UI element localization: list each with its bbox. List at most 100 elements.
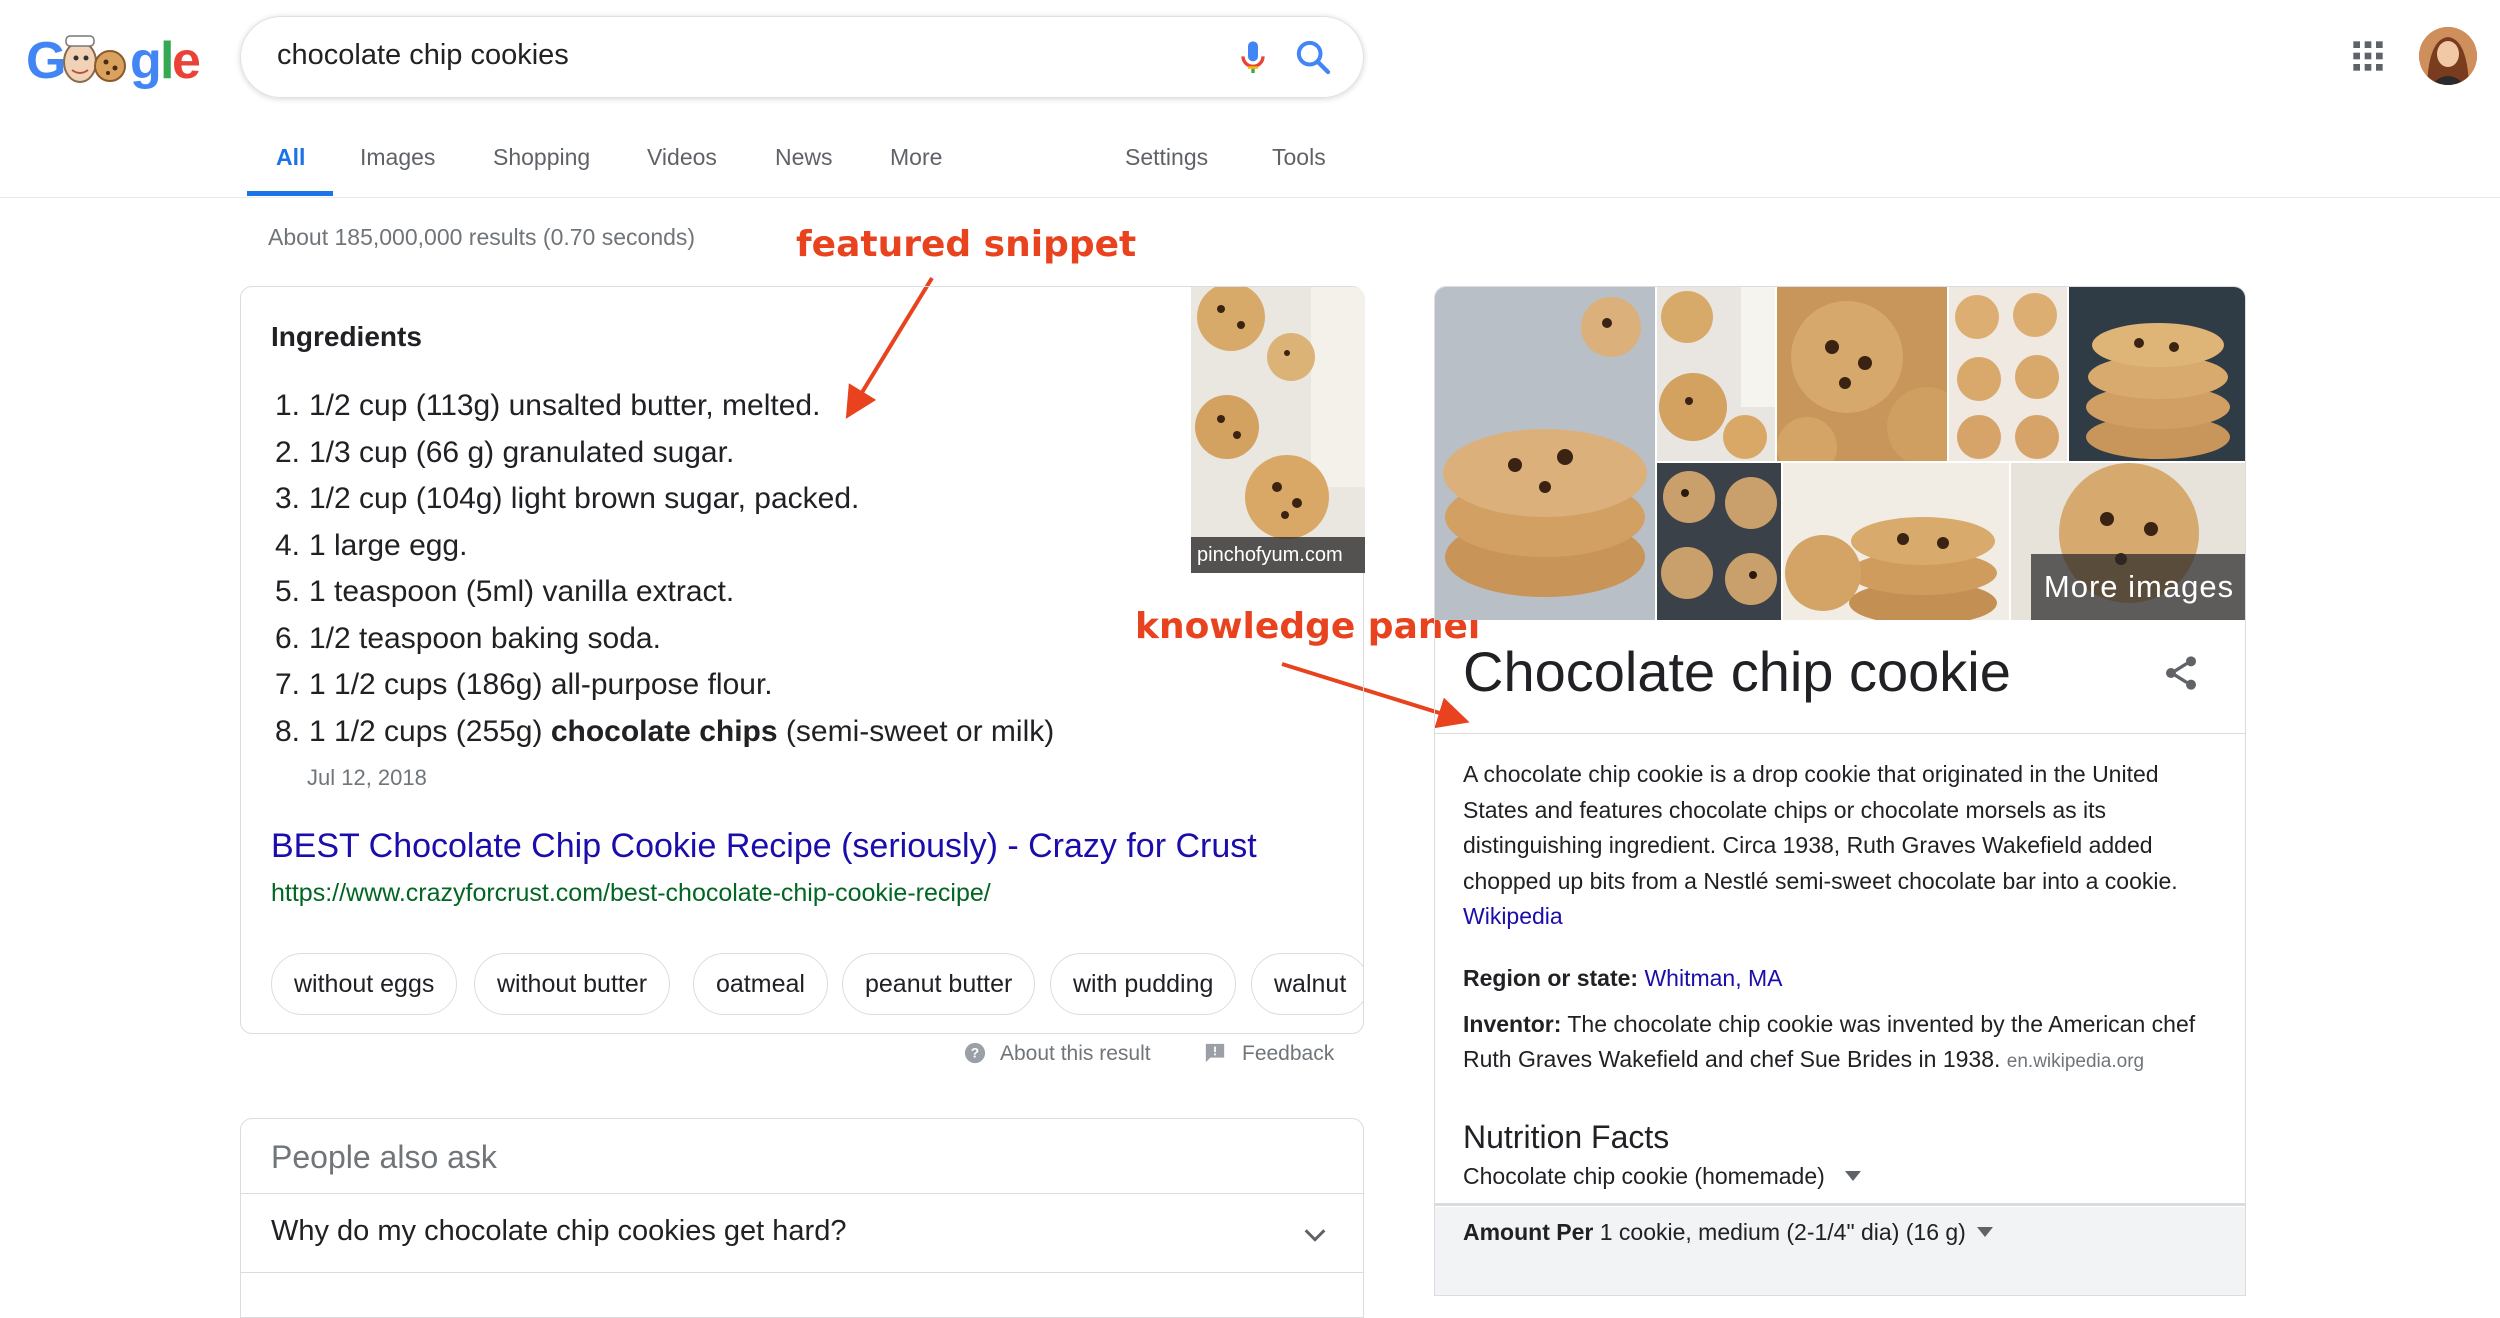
about-label: About this result [1000, 1042, 1151, 1065]
account-avatar[interactable] [2419, 27, 2477, 85]
kp-image[interactable] [1435, 287, 1655, 620]
snippet-result-link[interactable]: BEST Chocolate Chip Cookie Recipe (serio… [271, 827, 1257, 866]
kp-description-text: A chocolate chip cookie is a drop cookie… [1463, 761, 2178, 894]
logo-letter-l: l [160, 32, 175, 90]
tab-settings[interactable]: Settings [1125, 144, 1208, 171]
search-input[interactable]: chocolate chip cookies [277, 39, 569, 72]
active-tab-indicator [247, 191, 333, 196]
logo-letter-g2: g [130, 32, 162, 90]
tab-videos[interactable]: Videos [647, 144, 717, 171]
result-stats: About 185,000,000 results (0.70 seconds) [268, 224, 696, 250]
list-item: 2. 1/3 cup (66 g) granulated sugar. [275, 435, 735, 469]
tab-news[interactable]: News [775, 144, 833, 171]
feedback-icon [1205, 1043, 1225, 1063]
chevron-down-icon[interactable] [1301, 1221, 1329, 1249]
image-source-label: pinchofyum.com [1191, 537, 1365, 573]
tab-all[interactable]: All [276, 144, 305, 171]
kp-image[interactable] [1657, 287, 1775, 461]
cookie-photo [1949, 287, 2067, 461]
fact-label: Region or state: [1463, 965, 1639, 991]
tab-images[interactable]: Images [360, 144, 435, 171]
fact-label: Inventor: [1463, 1011, 1562, 1037]
cookie-photo [1191, 287, 1365, 573]
list-item: 3. 1/2 cup (104g) light brown sugar, pack… [275, 482, 860, 515]
kp-fact-inventor: Inventor: The chocolate chip cookie was … [1463, 1007, 2223, 1079]
divider [241, 1272, 1363, 1273]
kp-image[interactable] [1949, 287, 2067, 461]
logo-letter-e: e [172, 32, 201, 90]
feedback-label: Feedback [1242, 1042, 1335, 1065]
kp-image[interactable] [1783, 463, 2009, 620]
snippet-url: https://www.crazyforcrust.com/best-choco… [271, 879, 991, 907]
list-item: 7. 1 1/2 cups (186g) all-purpose flour. [275, 668, 773, 701]
kp-image[interactable] [2069, 287, 2245, 461]
chip-with-pudding[interactable]: with pudding [1050, 953, 1237, 1015]
snippet-date: Jul 12, 2018 [307, 765, 427, 790]
divider [1435, 733, 2245, 734]
cookie-stack-photo [1435, 287, 1655, 620]
caret-down-icon[interactable] [1845, 1171, 1861, 1181]
source-link[interactable]: en.wikipedia.org [2007, 1051, 2144, 1072]
kp-title: Chocolate chip cookie [1463, 640, 2011, 703]
svg-text:?: ? [971, 1046, 979, 1061]
apps-grid-icon[interactable] [2352, 40, 2384, 72]
cookie-photo [1657, 287, 1775, 461]
amount-text: Amount Per 1 cookie, medium (2-1/4" dia)… [1463, 1219, 1966, 1246]
microphone-icon[interactable] [1233, 37, 1273, 79]
nutrition-amount-row[interactable]: Amount Per 1 cookie, medium (2-1/4" dia)… [1435, 1207, 2245, 1295]
feedback-link[interactable]: Feedback [1204, 1042, 1334, 1066]
google-logo[interactable]: G g l e [26, 28, 201, 90]
nutrition-facts-title: Nutrition Facts [1463, 1119, 1670, 1155]
list-item: 1. 1/2 cup (113g) unsalted butter, melted… [275, 389, 821, 422]
search-box[interactable]: chocolate chip cookies [240, 16, 1364, 98]
doodle-illustration [63, 35, 126, 83]
chip-without-butter[interactable]: without butter [474, 953, 671, 1015]
kp-image[interactable] [1657, 463, 1781, 620]
help-icon: ? [964, 1042, 986, 1064]
cookie-photo [1783, 463, 2009, 620]
divider [241, 1193, 1363, 1194]
avatar-portrait [2419, 27, 2477, 85]
kp-image[interactable] [1777, 287, 1947, 461]
search-tabs: All Images Shopping Videos News More Set… [0, 128, 2500, 198]
tab-tools[interactable]: Tools [1272, 144, 1326, 171]
chip-peanut-butter[interactable]: peanut butter [842, 953, 1036, 1015]
list-item: 4. 1 large egg. [275, 528, 468, 562]
logo-letter-g: G [26, 32, 66, 90]
amount-value: 1 cookie, medium (2-1/4" dia) (16 g) [1599, 1219, 1966, 1245]
kp-image-grid: More images [1435, 287, 2245, 620]
snippet-heading: Ingredients [271, 321, 422, 352]
about-this-result[interactable]: ? About this result [964, 1042, 1151, 1066]
wikipedia-link[interactable]: Wikipedia [1463, 903, 1563, 929]
kp-fact-region: Region or state: Whitman, MA [1463, 961, 2223, 996]
list-item: 6. 1/2 teaspoon baking soda. [275, 621, 661, 655]
tab-shopping[interactable]: Shopping [493, 144, 590, 171]
cookie-photo [1777, 287, 1947, 461]
chip-oatmeal[interactable]: oatmeal [693, 953, 828, 1015]
amount-label: Amount Per [1463, 1219, 1594, 1245]
list-item: 5. 1 teaspoon (5ml) vanilla extract. [275, 575, 735, 608]
cookie-photo [2069, 287, 2245, 461]
kp-description: A chocolate chip cookie is a drop cookie… [1463, 757, 2223, 935]
nutrition-food-select[interactable]: Chocolate chip cookie (homemade) [1463, 1163, 1825, 1190]
divider [1435, 1203, 2245, 1206]
chip-walnut[interactable]: walnut [1251, 953, 1363, 1015]
featured-snippet: Ingredients 1. 1/2 cup (113g) unsalted bu… [240, 286, 1365, 1034]
paa-question[interactable]: Why do my chocolate chip cookies get har… [271, 1215, 846, 1248]
caret-down-icon[interactable] [1977, 1227, 1993, 1237]
refinement-chips: without eggs without butter oatmeal pean… [271, 953, 1363, 1017]
search-icon[interactable] [1293, 37, 1333, 77]
knowledge-panel: More images Chocolate chip cookie A choc… [1434, 286, 2246, 1296]
share-icon[interactable] [2161, 653, 2201, 693]
annotation-featured-snippet: featured snippet [796, 224, 1137, 265]
tab-more[interactable]: More [890, 144, 942, 171]
paa-title: People also ask [271, 1139, 497, 1175]
ingredient-list: 1. 1/2 cup (113g) unsalted butter, melted… [275, 383, 1054, 755]
chip-without-eggs[interactable]: without eggs [271, 953, 458, 1015]
cookie-photo [1657, 463, 1781, 620]
region-link[interactable]: Whitman, MA [1644, 965, 1782, 991]
people-also-ask: People also ask Why do my chocolate chip… [240, 1118, 1364, 1318]
more-images-button[interactable]: More images [2031, 554, 2245, 620]
list-item: 8. 1 1/2 cups (255g) chocolate chips (sem… [275, 714, 1055, 748]
snippet-image[interactable]: pinchofyum.com [1191, 287, 1365, 573]
